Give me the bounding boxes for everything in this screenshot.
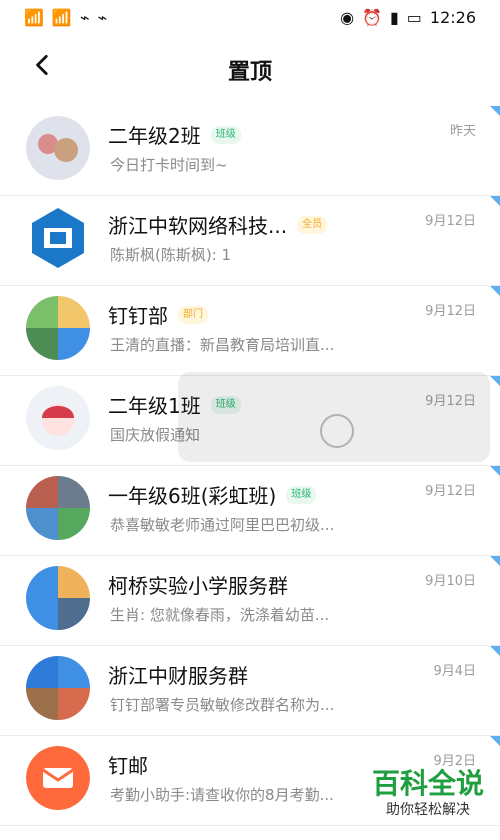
- pin-marker: [490, 556, 500, 566]
- chat-row[interactable]: 一年级6班(彩虹班) 班级 恭喜敏敏老师通过阿里巴巴初级... 9月12日: [0, 466, 500, 556]
- group-avatar-icon: [26, 296, 90, 360]
- notification-icon: ⌁: [97, 7, 108, 27]
- chat-name: 钉邮: [108, 754, 148, 778]
- group-avatar-icon: [26, 476, 90, 540]
- pin-marker: [490, 466, 500, 476]
- chat-row[interactable]: 浙江中财服务群 钉钉部署专员敏敏修改群名称为... 9月4日: [0, 646, 500, 736]
- chat-row[interactable]: 浙江中软网络科技... 全员 陈斯枫(陈斯枫): 1 9月12日: [0, 196, 500, 286]
- chat-row[interactable]: 二年级2班 班级 今日打卡时间到~ 昨天: [0, 106, 500, 196]
- signal-icon: 📶: [24, 7, 44, 27]
- avatar: [26, 566, 90, 630]
- chat-name: 浙江中软网络科技... 全员: [108, 210, 328, 239]
- mail-icon: [26, 746, 90, 810]
- chat-name: 钉钉部 部门: [108, 300, 208, 329]
- company-logo-icon: [32, 208, 84, 268]
- vibrate-icon: ▮: [389, 7, 399, 27]
- touch-indicator: [320, 414, 354, 448]
- avatar: [26, 746, 90, 810]
- chat-name: 一年级6班(彩虹班) 班级: [108, 480, 317, 509]
- avatar: [26, 116, 90, 180]
- chat-name: 柯桥实验小学服务群: [108, 574, 288, 598]
- status-right: ◉ ⏰ ▮ ▭ 12:26: [340, 8, 476, 27]
- signal-icon-2: 📶: [51, 7, 72, 27]
- group-avatar-icon: [26, 566, 90, 630]
- page-title: 置顶: [227, 60, 272, 85]
- watermark-subtitle: 助你轻松解决: [368, 800, 488, 820]
- envelope-icon: [42, 768, 74, 788]
- chat-badge: 班级: [286, 485, 317, 504]
- avatar: [26, 206, 90, 270]
- chat-list: 二年级2班 班级 今日打卡时间到~ 昨天 浙江中软网络科技... 全员 陈斯枫(…: [0, 106, 500, 826]
- chat-preview: 恭喜敏敏老师通过阿里巴巴初级...: [110, 516, 335, 534]
- chat-preview: 钉钉部署专员敏敏修改群名称为...: [110, 696, 335, 714]
- pin-marker: [490, 196, 500, 206]
- avatar: [26, 386, 90, 450]
- avatar: [26, 296, 90, 360]
- chat-time: 9月4日: [433, 664, 476, 679]
- status-left: 📶 📶 ⌁ ⌁: [24, 8, 107, 27]
- wifi-icon: ⌁: [79, 7, 90, 27]
- pin-marker: [490, 286, 500, 296]
- pin-marker: [490, 376, 500, 386]
- back-icon[interactable]: [30, 52, 56, 78]
- status-time: 12:26: [429, 7, 476, 27]
- chat-badge: 全员: [297, 215, 328, 234]
- group-avatar-icon: [26, 656, 90, 720]
- chat-preview: 陈斯枫(陈斯枫): 1: [110, 246, 232, 264]
- pin-marker: [490, 106, 500, 116]
- pin-marker: [490, 646, 500, 656]
- eye-icon: ◉: [340, 7, 355, 27]
- chat-time: 昨天: [449, 124, 476, 139]
- cartoon-avatar-icon: [26, 386, 90, 450]
- avatar: [26, 476, 90, 540]
- chat-preview: 生肖: 您就像春雨，洗涤着幼苗...: [110, 606, 330, 624]
- chat-time: 9月12日: [425, 484, 476, 499]
- chat-preview: 王清的直播：新昌教育局培训直...: [110, 336, 335, 354]
- watermark-title: 百科全说: [371, 767, 484, 800]
- pin-marker: [490, 736, 500, 746]
- chat-name: 二年级2班 班级: [108, 120, 241, 149]
- chat-time: 9月10日: [425, 574, 476, 589]
- chat-badge: 部门: [178, 305, 208, 324]
- chat-name: 浙江中财服务群: [108, 664, 248, 688]
- chat-row[interactable]: 柯桥实验小学服务群 生肖: 您就像春雨，洗涤着幼苗... 9月10日: [0, 556, 500, 646]
- group-avatar-icon: [26, 116, 90, 180]
- status-bar: 📶 📶 ⌁ ⌁ ◉ ⏰ ▮ ▭ 12:26: [0, 0, 500, 34]
- avatar: [26, 656, 90, 720]
- chat-row[interactable]: 钉钉部 部门 王清的直播：新昌教育局培训直... 9月12日: [0, 286, 500, 376]
- chat-time: 9月12日: [425, 214, 476, 229]
- chat-preview: 考勤小助手:请查收你的8月考勤...: [110, 786, 334, 804]
- chat-preview: 今日打卡时间到~: [110, 156, 228, 174]
- watermark: 百科全说 助你轻松解决: [368, 768, 488, 830]
- alarm-icon: ⏰: [362, 7, 382, 27]
- chat-time: 9月12日: [425, 304, 476, 319]
- battery-icon: ▭: [406, 7, 422, 27]
- chat-badge: 班级: [210, 125, 241, 144]
- top-bar: 置顶: [0, 34, 500, 106]
